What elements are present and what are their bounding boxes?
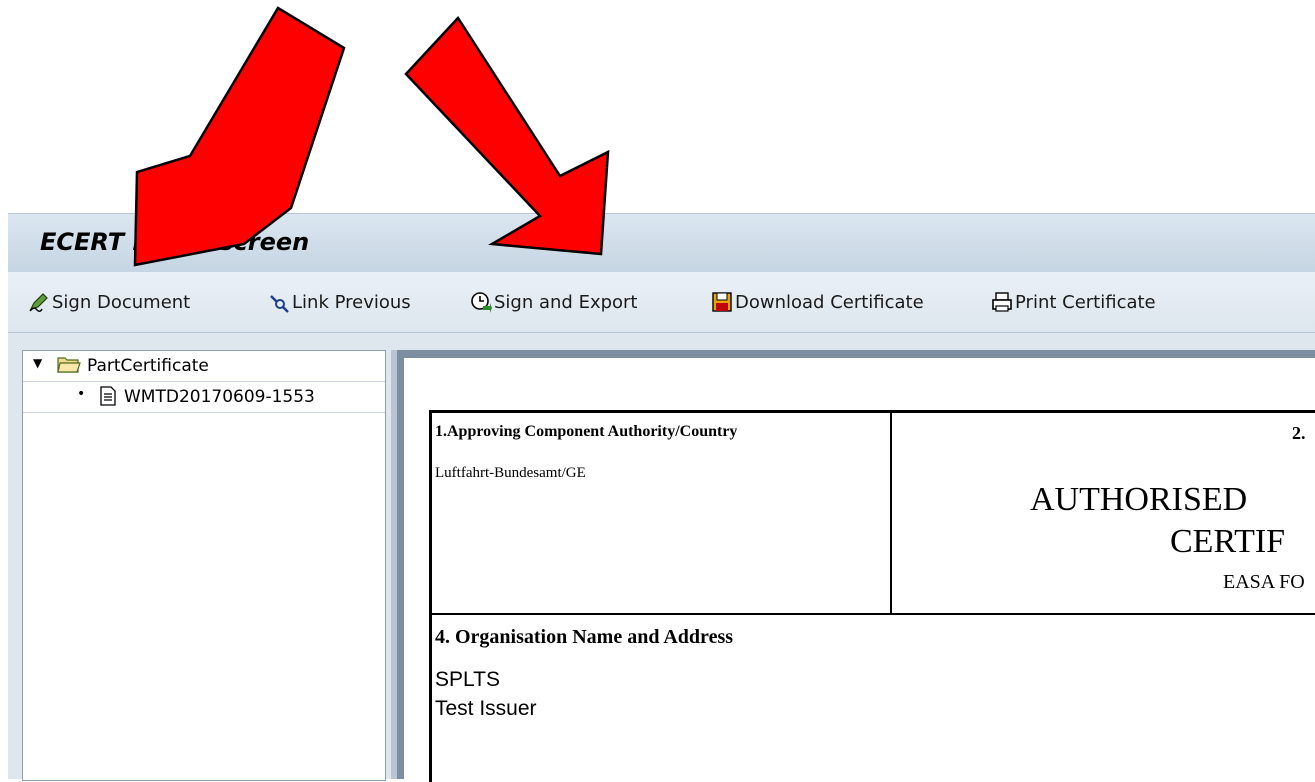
link-previous-label: Link Previous xyxy=(292,291,411,313)
tree-node-document[interactable]: • WMTD20170609-1553 xyxy=(23,382,385,413)
download-certificate-label: Download Certificate xyxy=(735,291,924,313)
title-bar: ECERT Initial screen xyxy=(8,213,1315,273)
tree-node-label: PartCertificate xyxy=(87,356,209,376)
floppy-disk-icon xyxy=(712,292,732,312)
box1-heading: 1.Approving Component Authority/Country xyxy=(435,423,738,440)
tree-node-label: WMTD20170609-1553 xyxy=(124,387,315,407)
sign-document-button[interactable]: Sign Document xyxy=(28,289,190,315)
document-viewer: 1.Approving Component Authority/Country … xyxy=(391,350,1315,782)
sign-and-export-button[interactable]: Sign and Export xyxy=(470,289,638,315)
toolbar: Sign Document Link Previous Sign and Exp… xyxy=(8,272,1315,333)
approving-authority-box: 1.Approving Component Authority/Country … xyxy=(432,413,892,615)
sign-document-label: Sign Document xyxy=(52,291,191,313)
pen-sign-icon xyxy=(29,293,48,312)
organisation-name: SPLTS xyxy=(435,668,500,691)
link-icon xyxy=(270,295,289,313)
clock-export-icon xyxy=(471,292,492,313)
document-icon xyxy=(99,386,117,410)
download-certificate-button[interactable]: Download Certificate xyxy=(711,289,924,315)
certificate-form: 1.Approving Component Authority/Country … xyxy=(429,410,1315,782)
box2-number: 2. xyxy=(1292,423,1306,443)
link-previous-button[interactable]: Link Previous xyxy=(268,289,411,315)
print-certificate-label: Print Certificate xyxy=(1015,291,1156,313)
certificate-title-box: 2. AUTHORISED CERTIF EASA FO xyxy=(892,413,1315,615)
window-title: ECERT Initial screen xyxy=(40,228,310,256)
certificate-page[interactable]: 1.Approving Component Authority/Country … xyxy=(404,358,1315,782)
expand-toggle-icon[interactable]: ▼ xyxy=(33,356,42,370)
organisation-address: Test Issuer xyxy=(435,697,537,720)
box1-value: Luftfahrt-Bundesamt/GE xyxy=(435,465,586,481)
certificate-title-line2: CERTIF xyxy=(1170,523,1286,560)
sign-and-export-label: Sign and Export xyxy=(494,291,638,313)
tree-bullet: • xyxy=(77,386,86,402)
document-tree: ▼ PartCertificate • WMTD20170609-1553 xyxy=(22,350,386,781)
certificate-form-name: EASA FO xyxy=(1223,571,1305,593)
certificate-title-line1: AUTHORISED xyxy=(1030,481,1248,518)
printer-icon xyxy=(992,292,1012,312)
print-certificate-button[interactable]: Print Certificate xyxy=(991,289,1156,315)
tree-node-partcertificate[interactable]: ▼ PartCertificate xyxy=(23,351,385,382)
box4-heading: 4. Organisation Name and Address xyxy=(435,626,734,648)
folder-open-icon xyxy=(57,354,81,378)
ecert-window: ECERT Initial screen Sign Document Link … xyxy=(8,213,1315,782)
